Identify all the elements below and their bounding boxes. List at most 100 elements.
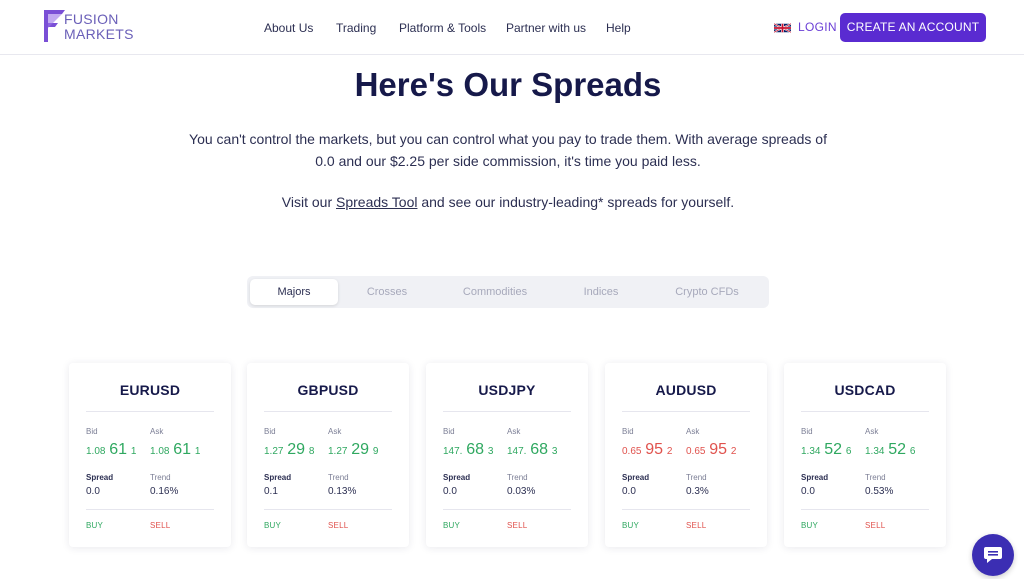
market-tabs: Majors Crosses Commodities Indices Crypt… [247, 276, 769, 308]
spreads-tool-link[interactable]: Spreads Tool [336, 194, 417, 210]
spread-value: 0.0 [801, 486, 815, 497]
fusion-markets-logo[interactable]: FUSION MARKETS [43, 9, 133, 43]
nav-trading[interactable]: Trading [336, 21, 376, 35]
bid-label: Bid [801, 427, 813, 436]
symbol-title: USDJPY [478, 382, 536, 398]
ask-price-fraction: 1 [194, 446, 201, 457]
ask-price-prefix: 147. [507, 446, 527, 457]
ask-price-pips: 29 [351, 441, 370, 458]
bid-price-pips: 29 [287, 441, 306, 458]
ask-price-pips: 52 [888, 441, 907, 458]
trend-label: Trend [865, 473, 886, 482]
ask-price: 1.08 61 1 [150, 441, 200, 459]
page-title: Here's Our Spreads [354, 66, 662, 103]
bid-price: 1.27 29 8 [264, 441, 314, 459]
buy-button[interactable]: BUY [86, 521, 103, 530]
trend-value: 0.13% [328, 486, 357, 497]
tab-crypto-cfds[interactable]: Crypto CFDs [657, 279, 757, 305]
bid-label: Bid [443, 427, 455, 436]
spread-label: Spread [86, 473, 114, 482]
buy-button[interactable]: BUY [443, 521, 460, 530]
logo-text-line1: FUSION [64, 11, 119, 27]
bid-price-prefix: 1.08 [86, 446, 106, 457]
sell-button[interactable]: SELL [865, 521, 885, 530]
ask-price-fraction: 6 [909, 446, 916, 457]
chat-button[interactable] [972, 534, 1014, 576]
trend-value: 0.3% [686, 486, 709, 497]
bid-price-pips: 61 [109, 441, 128, 458]
bid-price-pips: 52 [824, 441, 843, 458]
ask-price-prefix: 1.34 [865, 446, 885, 457]
buy-button[interactable]: BUY [801, 521, 818, 530]
create-account-button[interactable]: CREATE AN ACCOUNT [840, 13, 986, 42]
bid-price-pips: 95 [645, 441, 664, 458]
uk-flag-icon[interactable] [774, 23, 791, 33]
spread-card-eurusd: EURUSD Bid Ask 1.08 61 1 1.08 61 1 Sprea… [69, 363, 231, 547]
buy-button[interactable]: BUY [264, 521, 281, 530]
bid-price: 147. 68 3 [443, 441, 493, 459]
trend-value: 0.53% [865, 486, 894, 497]
spread-label: Spread [622, 473, 650, 482]
bid-price-prefix: 0.65 [622, 446, 642, 457]
ask-price-fraction: 3 [551, 446, 558, 457]
spread-card-audusd: AUDUSD Bid Ask 0.65 95 2 0.65 95 2 Sprea… [605, 363, 767, 547]
tab-majors[interactable]: Majors [250, 279, 338, 305]
trend-label: Trend [507, 473, 528, 482]
symbol-title: EURUSD [119, 382, 181, 398]
sell-button[interactable]: SELL [328, 521, 348, 530]
nav-partner[interactable]: Partner with us [506, 21, 586, 35]
spread-card-gbpusd: GBPUSD Bid Ask 1.27 29 8 1.27 29 9 Sprea… [247, 363, 409, 547]
spread-value: 0.0 [86, 486, 100, 497]
nav-help[interactable]: Help [606, 21, 631, 35]
ask-price-prefix: 1.08 [150, 446, 170, 457]
divider [443, 411, 571, 412]
tab-commodities[interactable]: Commodities [447, 279, 543, 305]
spread-value: 0.0 [443, 486, 457, 497]
spread-card-usdjpy: USDJPY Bid Ask 147. 68 3 147. 68 3 Sprea… [426, 363, 588, 547]
bid-label: Bid [622, 427, 634, 436]
ask-label: Ask [865, 427, 879, 436]
trend-label: Trend [150, 473, 171, 482]
symbol-title: USDCAD [834, 382, 896, 398]
ask-price-pips: 95 [709, 441, 728, 458]
tab-indices[interactable]: Indices [560, 279, 642, 305]
sell-button[interactable]: SELL [150, 521, 170, 530]
bid-price-prefix: 1.27 [264, 446, 284, 457]
ask-price: 0.65 95 2 [686, 441, 736, 459]
ask-price-fraction: 2 [730, 446, 737, 457]
spread-card-usdcad: USDCAD Bid Ask 1.34 52 6 1.34 52 6 Sprea… [784, 363, 946, 547]
bid-price-fraction: 6 [845, 446, 852, 457]
divider [801, 411, 929, 412]
ask-price: 1.34 52 6 [865, 441, 915, 459]
visit-suffix: and see our industry-leading* spreads fo… [417, 194, 735, 210]
divider [264, 509, 392, 510]
divider [443, 509, 571, 510]
ask-price-fraction: 9 [372, 446, 379, 457]
divider [86, 509, 214, 510]
ask-price-prefix: 0.65 [686, 446, 706, 457]
trend-label: Trend [328, 473, 349, 482]
bid-price-fraction: 1 [130, 446, 137, 457]
logo-text-line2: MARKETS [64, 26, 134, 42]
trend-label: Trend [686, 473, 707, 482]
ask-label: Ask [507, 427, 521, 436]
divider [86, 411, 214, 412]
spread-value: 0.0 [622, 486, 636, 497]
nav-about-us[interactable]: About Us [264, 21, 313, 35]
ask-price-pips: 61 [173, 441, 192, 458]
spread-label: Spread [264, 473, 292, 482]
site-header: FUSION MARKETS About Us Trading Platform… [0, 0, 1024, 55]
sell-button[interactable]: SELL [686, 521, 706, 530]
sell-button[interactable]: SELL [507, 521, 527, 530]
bid-price-fraction: 3 [487, 446, 494, 457]
trend-value: 0.16% [150, 486, 179, 497]
nav-platform-tools[interactable]: Platform & Tools [399, 21, 486, 35]
bid-label: Bid [264, 427, 276, 436]
bid-price-pips: 68 [466, 441, 485, 458]
ask-price: 147. 68 3 [507, 441, 557, 459]
tab-crosses[interactable]: Crosses [344, 279, 430, 305]
buy-button[interactable]: BUY [622, 521, 639, 530]
login-link[interactable]: LOGIN [798, 20, 837, 34]
ask-label: Ask [150, 427, 164, 436]
symbol-title: AUDUSD [655, 382, 717, 398]
